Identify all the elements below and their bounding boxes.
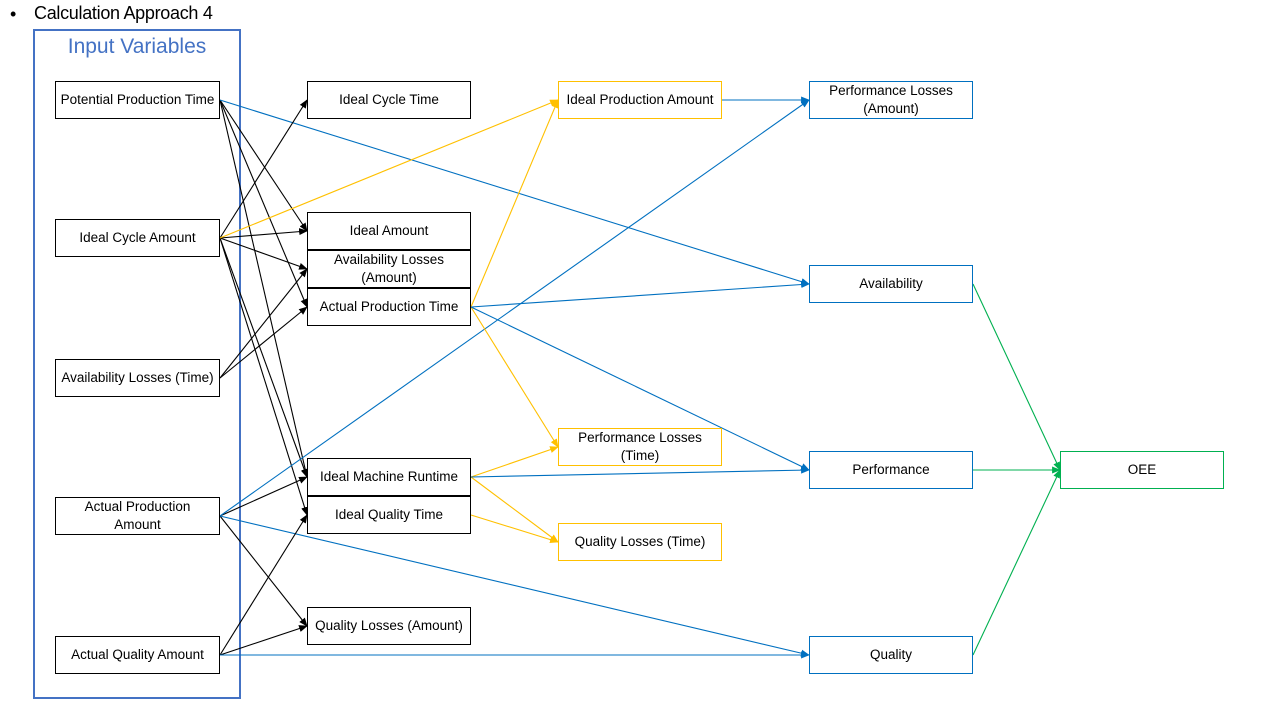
input-variables-title: Input Variables xyxy=(67,35,207,58)
node-ideal-cycle-amount[interactable]: Ideal Cycle Amount xyxy=(55,219,220,257)
node-ideal-cycle-time[interactable]: Ideal Cycle Time xyxy=(307,81,471,119)
edge-availability-to-oee xyxy=(972,283,1061,471)
node-potential-production-time[interactable]: Potential Production Time xyxy=(55,81,220,119)
edge-actual-production-time-to-ideal-production-amount xyxy=(470,99,559,308)
node-performance[interactable]: Performance xyxy=(809,451,973,489)
edge-actual-production-time-to-availability xyxy=(470,281,810,308)
edge-actual-production-time-to-performance-losses-time xyxy=(470,306,559,448)
node-availability-losses-time[interactable]: Availability Losses (Time) xyxy=(55,359,220,397)
node-label: Potential Production Time xyxy=(60,92,215,107)
node-actual-quality-amount[interactable]: Actual Quality Amount xyxy=(55,636,220,674)
node-quality-losses-amount[interactable]: Quality Losses (Amount) xyxy=(307,607,471,645)
edge-ideal-machine-runtime-to-performance xyxy=(470,466,810,478)
node-ideal-production-amount[interactable]: Ideal Production Amount xyxy=(558,81,722,119)
node-availability-losses-amount[interactable]: Availability Losses (Amount) xyxy=(307,250,471,288)
node-performance-losses-amount[interactable]: Performance Losses (Amount) xyxy=(809,81,973,119)
node-label: Quality Losses (Time) xyxy=(574,534,706,549)
node-ideal-amount[interactable]: Ideal Amount xyxy=(307,212,471,250)
node-label: Ideal Production Amount xyxy=(566,92,714,107)
node-label: Performance Losses (Time) xyxy=(578,430,702,463)
edge-ideal-quality-time-to-quality-losses-time xyxy=(470,514,559,544)
node-label: Actual Quality Amount xyxy=(71,647,204,662)
node-label: Ideal Cycle Amount xyxy=(79,230,196,245)
node-oee[interactable]: OEE xyxy=(1060,451,1224,489)
node-label: OEE xyxy=(1127,462,1157,477)
node-ideal-machine-runtime[interactable]: Ideal Machine Runtime xyxy=(307,458,471,496)
edge-ideal-machine-runtime-to-quality-losses-time xyxy=(470,476,559,543)
node-actual-production-amount[interactable]: Actual Production Amount xyxy=(55,497,220,535)
node-label: Availability Losses (Amount) xyxy=(333,252,445,285)
bullet-marker: • xyxy=(10,4,17,24)
node-performance-losses-time[interactable]: Performance Losses (Time) xyxy=(558,428,722,466)
node-label: Ideal Amount xyxy=(349,223,429,238)
node-label: Actual Production Time xyxy=(319,299,459,314)
node-label: Performance Losses (Amount) xyxy=(829,83,953,116)
node-label: Performance xyxy=(852,462,930,477)
node-quality[interactable]: Quality xyxy=(809,636,973,674)
node-label: Quality Losses (Amount) xyxy=(315,618,463,633)
node-label: Actual Production Amount xyxy=(84,499,191,532)
edge-ideal-machine-runtime-to-performance-losses-time xyxy=(470,446,559,478)
edge-quality-to-oee xyxy=(972,469,1061,656)
node-actual-production-time[interactable]: Actual Production Time xyxy=(307,288,471,326)
node-label: Availability Losses (Time) xyxy=(61,370,214,385)
node-label: Ideal Quality Time xyxy=(334,507,444,522)
node-quality-losses-time[interactable]: Quality Losses (Time) xyxy=(558,523,722,561)
node-availability[interactable]: Availability xyxy=(809,265,973,303)
node-label: Ideal Machine Runtime xyxy=(319,469,459,484)
slide-heading: Calculation Approach 4 xyxy=(34,3,213,23)
node-label: Ideal Cycle Time xyxy=(339,92,439,107)
node-ideal-quality-time[interactable]: Ideal Quality Time xyxy=(307,496,471,534)
node-label: Availability xyxy=(859,276,923,291)
node-label: Quality xyxy=(869,647,913,662)
